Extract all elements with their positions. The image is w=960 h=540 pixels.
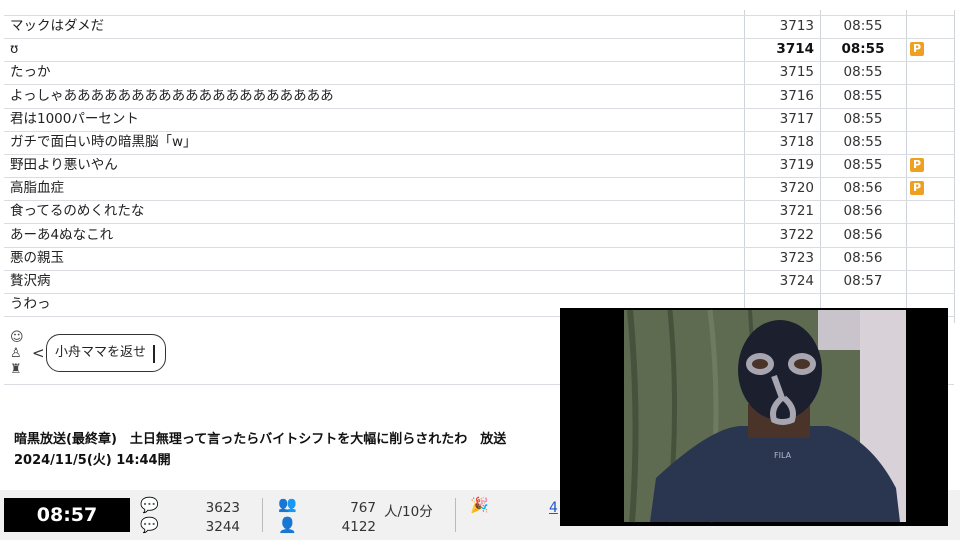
shirt-print: FILA: [774, 451, 792, 460]
badge-cell: [906, 224, 954, 247]
comment-row[interactable]: ʊ 3714 08:55 P: [4, 38, 954, 63]
speech-pointer: <: [32, 344, 45, 362]
comment-text: あーあ4ぬなこれ: [10, 226, 114, 243]
body-icon: ♜: [10, 362, 22, 377]
comment-count-top: 3623: [205, 500, 240, 516]
comment-time: 08:55: [843, 87, 883, 104]
elapsed-clock: 08:57: [4, 498, 130, 532]
viewer-unit: 人/10分: [384, 504, 433, 520]
comment-text: 野田より悪いやん: [10, 157, 118, 174]
comment-row[interactable]: ガチで面白い時の暗黒脳「w」 3718 08:55: [4, 131, 954, 155]
viewer-group-icon: 👥: [278, 495, 297, 513]
status-link[interactable]: 4: [549, 500, 558, 516]
badge-cell: [906, 270, 954, 293]
comment-time: 08:55: [841, 41, 885, 58]
comment-bubble[interactable]: 小舟ママを返せ: [46, 334, 166, 372]
comment-row[interactable]: よっしゃああああああああああああああああああああ 3716 08:55: [4, 85, 954, 109]
comment-time: 08:55: [843, 64, 883, 81]
comment-number: 3723: [779, 249, 814, 266]
viewer-count-top: 767: [350, 500, 376, 516]
comment-time: 08:56: [843, 180, 883, 197]
viewer-count-bottom: 4122: [341, 519, 376, 535]
comment-row[interactable]: 高脂血症 3720 08:56 P: [4, 177, 954, 202]
comment-text: ガチで面白い時の暗黒脳「w」: [10, 133, 197, 150]
comment-number: 3720: [779, 180, 814, 197]
comment-time: 08:56: [843, 203, 883, 220]
comment-number: 3718: [779, 133, 814, 150]
column-divider: [954, 0, 955, 323]
comment-time: 08:55: [843, 18, 883, 35]
premium-badge-icon: P: [910, 42, 924, 57]
comment-text: よっしゃああああああああああああああああああああ: [10, 87, 334, 104]
comment-bubble-icon: 💬: [140, 496, 159, 514]
comment-row[interactable]: 君は1000パーセント 3717 08:55: [4, 108, 954, 132]
viewer-person-icon: 👤: [278, 516, 297, 534]
comment-time: 08:55: [843, 133, 883, 150]
comment-number: 3722: [779, 226, 814, 243]
video-frame: FILA: [560, 308, 948, 526]
badge-cell: [906, 85, 954, 108]
comment-input[interactable]: 小舟ママを返せ: [55, 343, 155, 363]
person-icon: ♙: [10, 346, 22, 361]
comment-time: 08:55: [843, 157, 883, 174]
comment-number: 3713: [779, 18, 814, 35]
top-edge: [0, 0, 960, 10]
comment-number: 3717: [779, 110, 814, 127]
broadcast-video[interactable]: FILA: [560, 308, 948, 526]
comment-number: 3715: [779, 64, 814, 81]
comment-text: たっか: [10, 64, 51, 81]
status-separator: [455, 498, 456, 532]
program-date: 2024/11/5(火) 14:44開: [14, 453, 171, 468]
comment-time: 08:56: [843, 249, 883, 266]
comment-text: 贅沢病: [10, 272, 51, 289]
badge-cell: P: [906, 154, 954, 177]
comment-number: 3714: [776, 41, 814, 58]
badge-cell: P: [906, 177, 954, 200]
comment-time: 08:56: [843, 226, 883, 243]
badge-cell: P: [906, 38, 954, 61]
comment-text: 悪の親玉: [10, 249, 64, 266]
status-separator: [262, 498, 263, 532]
comment-row[interactable]: たっか 3715 08:55: [4, 61, 954, 86]
comment-count-bottom: 3244: [205, 519, 240, 535]
text-caret: [153, 345, 155, 363]
comment-row[interactable]: あーあ4ぬなこれ 3722 08:56: [4, 224, 954, 248]
badge-cell: [906, 15, 954, 38]
avatar-figures: ☺ ♙ ♜: [10, 330, 28, 378]
badge-cell: [906, 131, 954, 154]
face-icon: ☺: [10, 330, 24, 345]
party-popper-icon[interactable]: 🎉: [470, 496, 489, 514]
program-title: 暗黒放送(最終章) 土日無理って言ったらバイトシフトを大幅に削らされたわ 放送: [14, 432, 507, 447]
comment-number: 3721: [779, 203, 814, 220]
comment-text: 高脂血症: [10, 180, 64, 197]
badge-cell: [906, 247, 954, 270]
comment-number: 3719: [779, 157, 814, 174]
premium-badge-icon: P: [910, 181, 924, 196]
premium-badge-icon: P: [910, 158, 924, 173]
comment-time: 08:55: [843, 110, 883, 127]
comment-row[interactable]: マックはダメだ 3713 08:55: [4, 15, 954, 40]
comment-row[interactable]: 野田より悪いやん 3719 08:55 P: [4, 154, 954, 179]
comment-row[interactable]: 悪の親玉 3723 08:56: [4, 247, 954, 271]
badge-cell: [906, 108, 954, 131]
comment-text: 食ってるのめくれたな: [10, 203, 145, 220]
comment-text: マックはダメだ: [10, 18, 105, 35]
comment-time: 08:57: [843, 272, 883, 289]
comment-row[interactable]: 贅沢病 3724 08:57: [4, 270, 954, 294]
comment-text: 君は1000パーセント: [10, 110, 139, 127]
comment-row[interactable]: 食ってるのめくれたな 3721 08:56: [4, 200, 954, 225]
comment-number: 3724: [779, 272, 814, 289]
comment-text: ʊ: [10, 41, 19, 58]
badge-cell: [906, 200, 954, 223]
badge-cell: [906, 61, 954, 84]
comment-stack-icon: 💬: [140, 516, 159, 534]
comment-number: 3716: [779, 87, 814, 104]
